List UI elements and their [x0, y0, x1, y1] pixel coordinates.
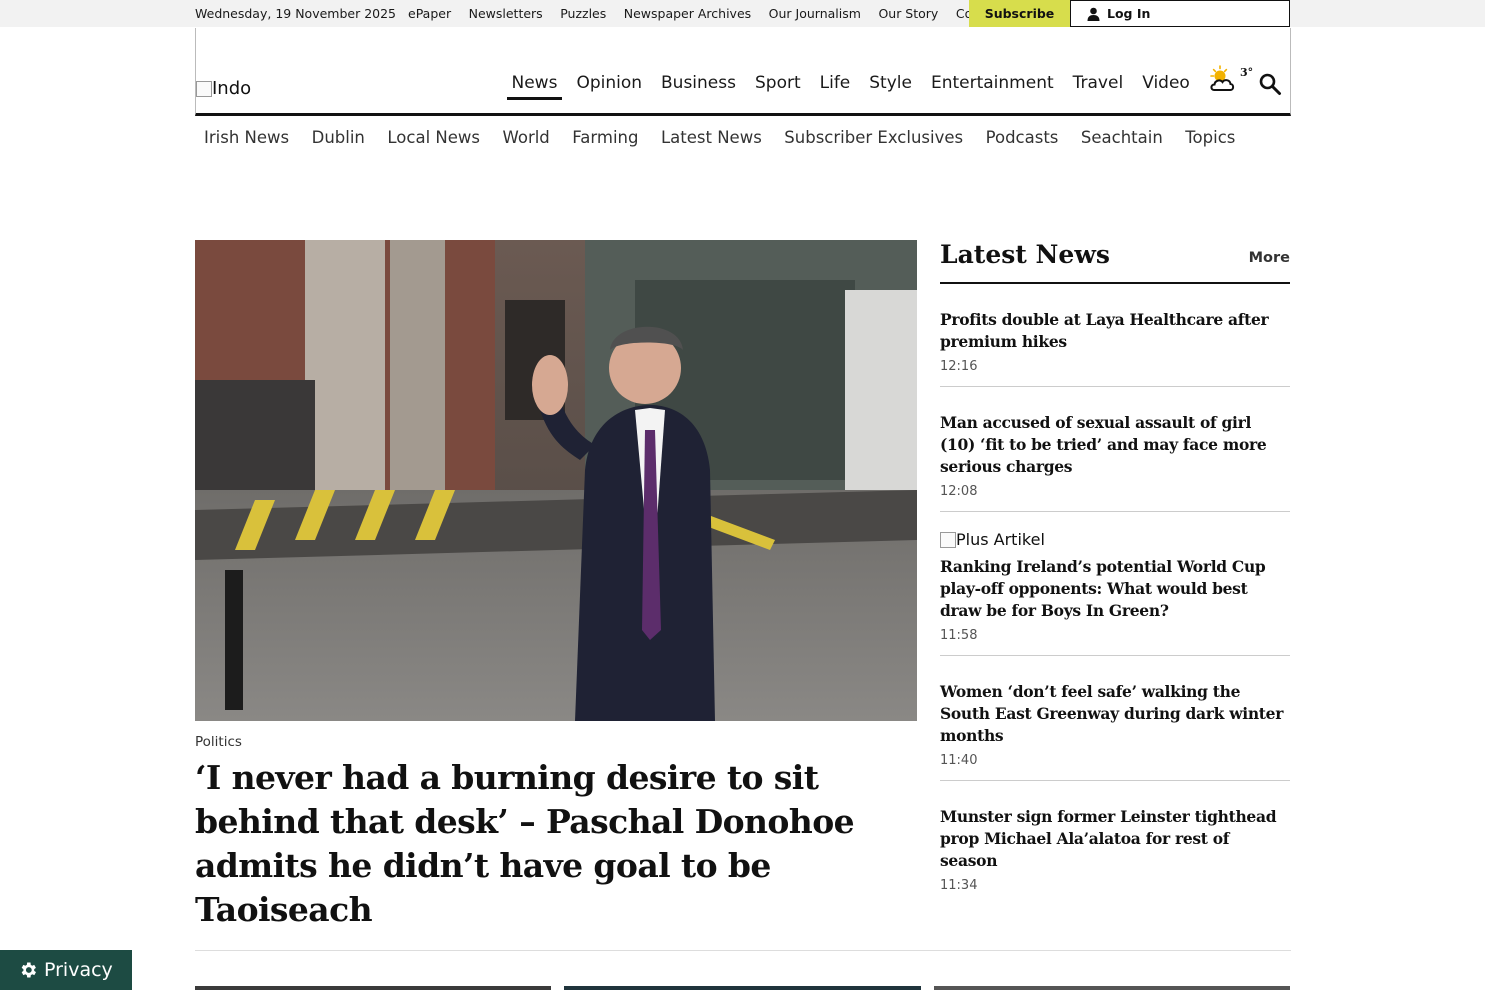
- nav-item-opinion[interactable]: Opinion: [571, 73, 647, 100]
- logo-alt-text: Indo: [212, 78, 252, 99]
- news-time: 12:16: [940, 359, 978, 374]
- latest-news-title: Latest News: [940, 240, 1110, 269]
- subnav-item-farming[interactable]: Farming: [572, 128, 638, 147]
- broken-image-icon: [940, 531, 956, 548]
- subscribe-button[interactable]: Subscribe: [969, 0, 1070, 27]
- nav-item-business[interactable]: Business: [656, 73, 741, 100]
- broken-image-icon: [196, 80, 212, 97]
- latest-news-more-link[interactable]: More: [1249, 250, 1290, 266]
- news-headline: Man accused of sexual assault of girl (1…: [940, 413, 1267, 476]
- subnav-item-latest-news[interactable]: Latest News: [661, 128, 762, 147]
- subnav-item-local-news[interactable]: Local News: [387, 128, 480, 147]
- teaser-image[interactable]: [934, 986, 1290, 990]
- main-nav: News Opinion Business Sport Life Style E…: [502, 73, 1199, 100]
- news-time: 11:58: [940, 628, 978, 643]
- topbar-link-epaper[interactable]: ePaper: [408, 6, 451, 21]
- current-date: Wednesday, 19 November 2025: [195, 6, 397, 21]
- masthead: Indo News Opinion Business Sport Life St…: [195, 28, 1291, 116]
- sub-nav: Irish News Dublin Local News World Farmi…: [195, 128, 1249, 147]
- plus-article-alt: Plus Artikel: [956, 530, 1045, 549]
- nav-item-video[interactable]: Video: [1137, 73, 1195, 100]
- top-utility-links: Wednesday, 19 November 2025 ePaper Newsl…: [195, 0, 1042, 27]
- subnav-item-dublin[interactable]: Dublin: [312, 128, 365, 147]
- gear-icon: [21, 962, 36, 978]
- news-headline: Profits double at Laya Healthcare after …: [940, 310, 1269, 351]
- news-time: 11:34: [940, 878, 978, 893]
- login-label: Log In: [1107, 6, 1151, 21]
- plus-article-badge: Plus Artikel: [940, 530, 1290, 549]
- subnav-item-topics[interactable]: Topics: [1185, 128, 1235, 147]
- news-item[interactable]: Plus Artikel Ranking Ireland’s potential…: [940, 512, 1290, 656]
- news-headline: Ranking Ireland’s potential World Cup pl…: [940, 557, 1266, 620]
- subnav-item-seachtain[interactable]: Seachtain: [1081, 128, 1163, 147]
- latest-news-header: Latest News More: [940, 240, 1290, 284]
- nav-item-news[interactable]: News: [506, 73, 563, 100]
- topbar-link-newspaper-archives[interactable]: Newspaper Archives: [624, 6, 751, 21]
- hero-category[interactable]: Politics: [195, 734, 242, 750]
- nav-item-life[interactable]: Life: [815, 73, 856, 100]
- nav-item-entertainment[interactable]: Entertainment: [926, 73, 1059, 100]
- news-time: 12:08: [940, 484, 978, 499]
- topbar-link-our-journalism[interactable]: Our Journalism: [769, 6, 861, 21]
- user-icon: [1087, 7, 1100, 21]
- hero-headline[interactable]: ‘I never had a burning desire to sit beh…: [195, 756, 895, 932]
- subnav-item-world[interactable]: World: [503, 128, 550, 147]
- privacy-button[interactable]: Privacy: [0, 950, 132, 990]
- topbar-link-our-story[interactable]: Our Story: [878, 6, 938, 21]
- topbar-link-puzzles[interactable]: Puzzles: [560, 6, 606, 21]
- news-time: 11:40: [940, 753, 978, 768]
- partly-cloudy-icon: [1210, 65, 1235, 91]
- latest-news-panel: Latest News More Profits double at Laya …: [940, 240, 1290, 905]
- hero-image[interactable]: [195, 240, 917, 721]
- login-button[interactable]: Log In: [1070, 0, 1290, 27]
- subnav-item-subscriber-exclusives[interactable]: Subscriber Exclusives: [784, 128, 963, 147]
- nav-item-style[interactable]: Style: [864, 73, 917, 100]
- weather-temperature: 3°: [1240, 66, 1254, 79]
- section-divider: [195, 950, 1291, 951]
- privacy-label: Privacy: [44, 959, 113, 981]
- nav-item-travel[interactable]: Travel: [1068, 73, 1129, 100]
- site-logo[interactable]: Indo: [196, 78, 251, 99]
- news-item[interactable]: Women ‘don’t feel safe’ walking the Sout…: [940, 656, 1290, 781]
- weather-widget[interactable]: 3°: [1208, 64, 1254, 96]
- teaser-image[interactable]: [564, 986, 921, 990]
- news-item[interactable]: Man accused of sexual assault of girl (1…: [940, 387, 1290, 512]
- search-icon: [1259, 73, 1281, 95]
- subnav-item-podcasts[interactable]: Podcasts: [986, 128, 1059, 147]
- news-headline: Women ‘don’t feel safe’ walking the Sout…: [940, 682, 1284, 745]
- nav-item-sport[interactable]: Sport: [750, 73, 806, 100]
- topbar-link-newsletters[interactable]: Newsletters: [469, 6, 543, 21]
- search-button[interactable]: [1258, 72, 1282, 96]
- news-headline: Munster sign former Leinster tighthead p…: [940, 807, 1277, 870]
- top-utility-bar: Wednesday, 19 November 2025 ePaper Newsl…: [0, 0, 1485, 27]
- teaser-image[interactable]: [195, 986, 551, 990]
- news-item[interactable]: Munster sign former Leinster tighthead p…: [940, 781, 1290, 905]
- subnav-item-irish-news[interactable]: Irish News: [204, 128, 289, 147]
- news-item[interactable]: Profits double at Laya Healthcare after …: [940, 284, 1290, 387]
